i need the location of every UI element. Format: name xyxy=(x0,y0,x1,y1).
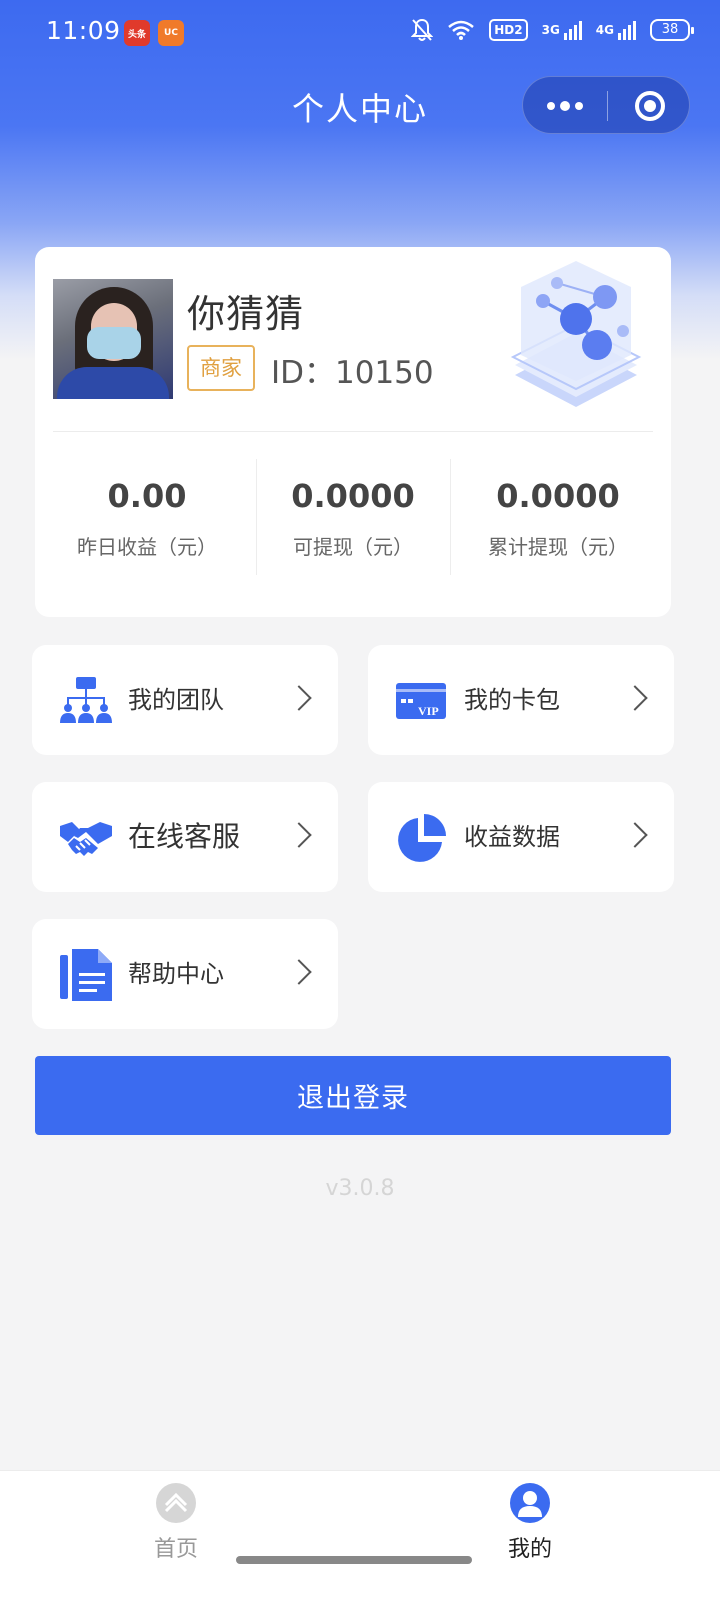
chevron-right-icon xyxy=(622,822,648,848)
menu-label: 收益数据 xyxy=(464,823,560,851)
user-id: ID：10150 xyxy=(271,355,434,391)
menu-online-service[interactable]: 在线客服 xyxy=(32,782,338,892)
stat-value: 0.0000 xyxy=(291,477,415,515)
document-icon xyxy=(60,949,112,1001)
close-miniprogram-button[interactable] xyxy=(635,91,665,121)
chevron-right-icon xyxy=(286,822,312,848)
stat-value: 0.00 xyxy=(107,477,187,515)
status-bar: 11:09 头条 UC HD2 3G 4G 38 xyxy=(0,0,720,64)
tab-home[interactable]: 首页 xyxy=(116,1483,236,1573)
stat-yesterday-earnings: 0.00 昨日收益（元） xyxy=(47,477,247,560)
pie-chart-icon xyxy=(398,814,446,862)
chevron-right-icon xyxy=(286,685,312,711)
stat-withdrawable: 0.0000 可提现（元） xyxy=(253,477,453,560)
vip-card-icon: VIP xyxy=(396,683,446,719)
stat-label: 累计提现（元） xyxy=(488,535,628,559)
home-indicator xyxy=(236,1556,472,1564)
menu-help-center[interactable]: 帮助中心 xyxy=(32,919,338,1029)
menu-label: 我的团队 xyxy=(128,686,224,714)
team-icon xyxy=(60,677,112,723)
handshake-icon xyxy=(60,822,112,856)
toutiao-app-icon: 头条 xyxy=(124,20,150,46)
more-dot-icon xyxy=(547,102,555,110)
chevron-right-icon xyxy=(622,685,648,711)
home-icon xyxy=(156,1483,196,1523)
menu-my-team[interactable]: 我的团队 xyxy=(32,645,338,755)
battery-icon: 38 xyxy=(650,19,694,41)
stat-total-withdrawn: 0.0000 累计提现（元） xyxy=(458,477,658,560)
signal-3g-icon: 3G xyxy=(542,20,582,40)
menu-label: 我的卡包 xyxy=(464,686,560,714)
capsule-divider xyxy=(607,91,608,121)
tab-label: 我的 xyxy=(507,1537,552,1562)
miniprogram-capsule xyxy=(522,76,690,134)
wifi-icon xyxy=(447,19,475,41)
more-dot-icon xyxy=(560,101,570,111)
network-4g-label: 4G xyxy=(595,23,614,37)
menu-my-card-pack[interactable]: VIP 我的卡包 xyxy=(368,645,674,755)
profile-card: 你猜猜 商家 ID：10150 0.00 昨日收益（元） 0.0000 可提现（… xyxy=(35,247,671,617)
stat-value: 0.0000 xyxy=(496,477,620,515)
stat-divider xyxy=(450,459,451,575)
logout-button[interactable]: 退出登录 xyxy=(35,1056,671,1135)
stat-label: 昨日收益（元） xyxy=(77,535,217,559)
menu-label: 帮助中心 xyxy=(128,960,224,988)
status-time: 11:09 xyxy=(46,16,121,45)
mute-bell-icon xyxy=(411,18,434,42)
user-icon xyxy=(510,1483,550,1523)
hd-icon: HD2 xyxy=(489,19,528,41)
role-badge: 商家 xyxy=(187,345,255,391)
more-dot-icon xyxy=(575,102,583,110)
signal-4g-icon: 4G xyxy=(596,20,636,40)
tab-label: 首页 xyxy=(153,1537,198,1562)
network-illustration-icon xyxy=(510,261,642,407)
card-divider xyxy=(53,431,653,432)
tab-mine[interactable]: 我的 xyxy=(470,1483,590,1573)
menu-label: 在线客服 xyxy=(128,820,241,853)
network-3g-label: 3G xyxy=(541,23,560,37)
vip-text: VIP xyxy=(418,704,439,718)
status-icons: HD2 3G 4G 38 xyxy=(411,18,694,42)
avatar[interactable] xyxy=(53,279,173,399)
uc-app-icon: UC xyxy=(158,20,184,46)
menu-earnings-data[interactable]: 收益数据 xyxy=(368,782,674,892)
chevron-right-icon xyxy=(286,959,312,985)
version-text: v3.0.8 xyxy=(325,1176,395,1201)
tab-bar: 首页 我的 xyxy=(0,1470,720,1600)
user-name: 你猜猜 xyxy=(187,292,305,336)
stat-label: 可提现（元） xyxy=(293,535,413,559)
more-options-button[interactable] xyxy=(523,77,607,135)
